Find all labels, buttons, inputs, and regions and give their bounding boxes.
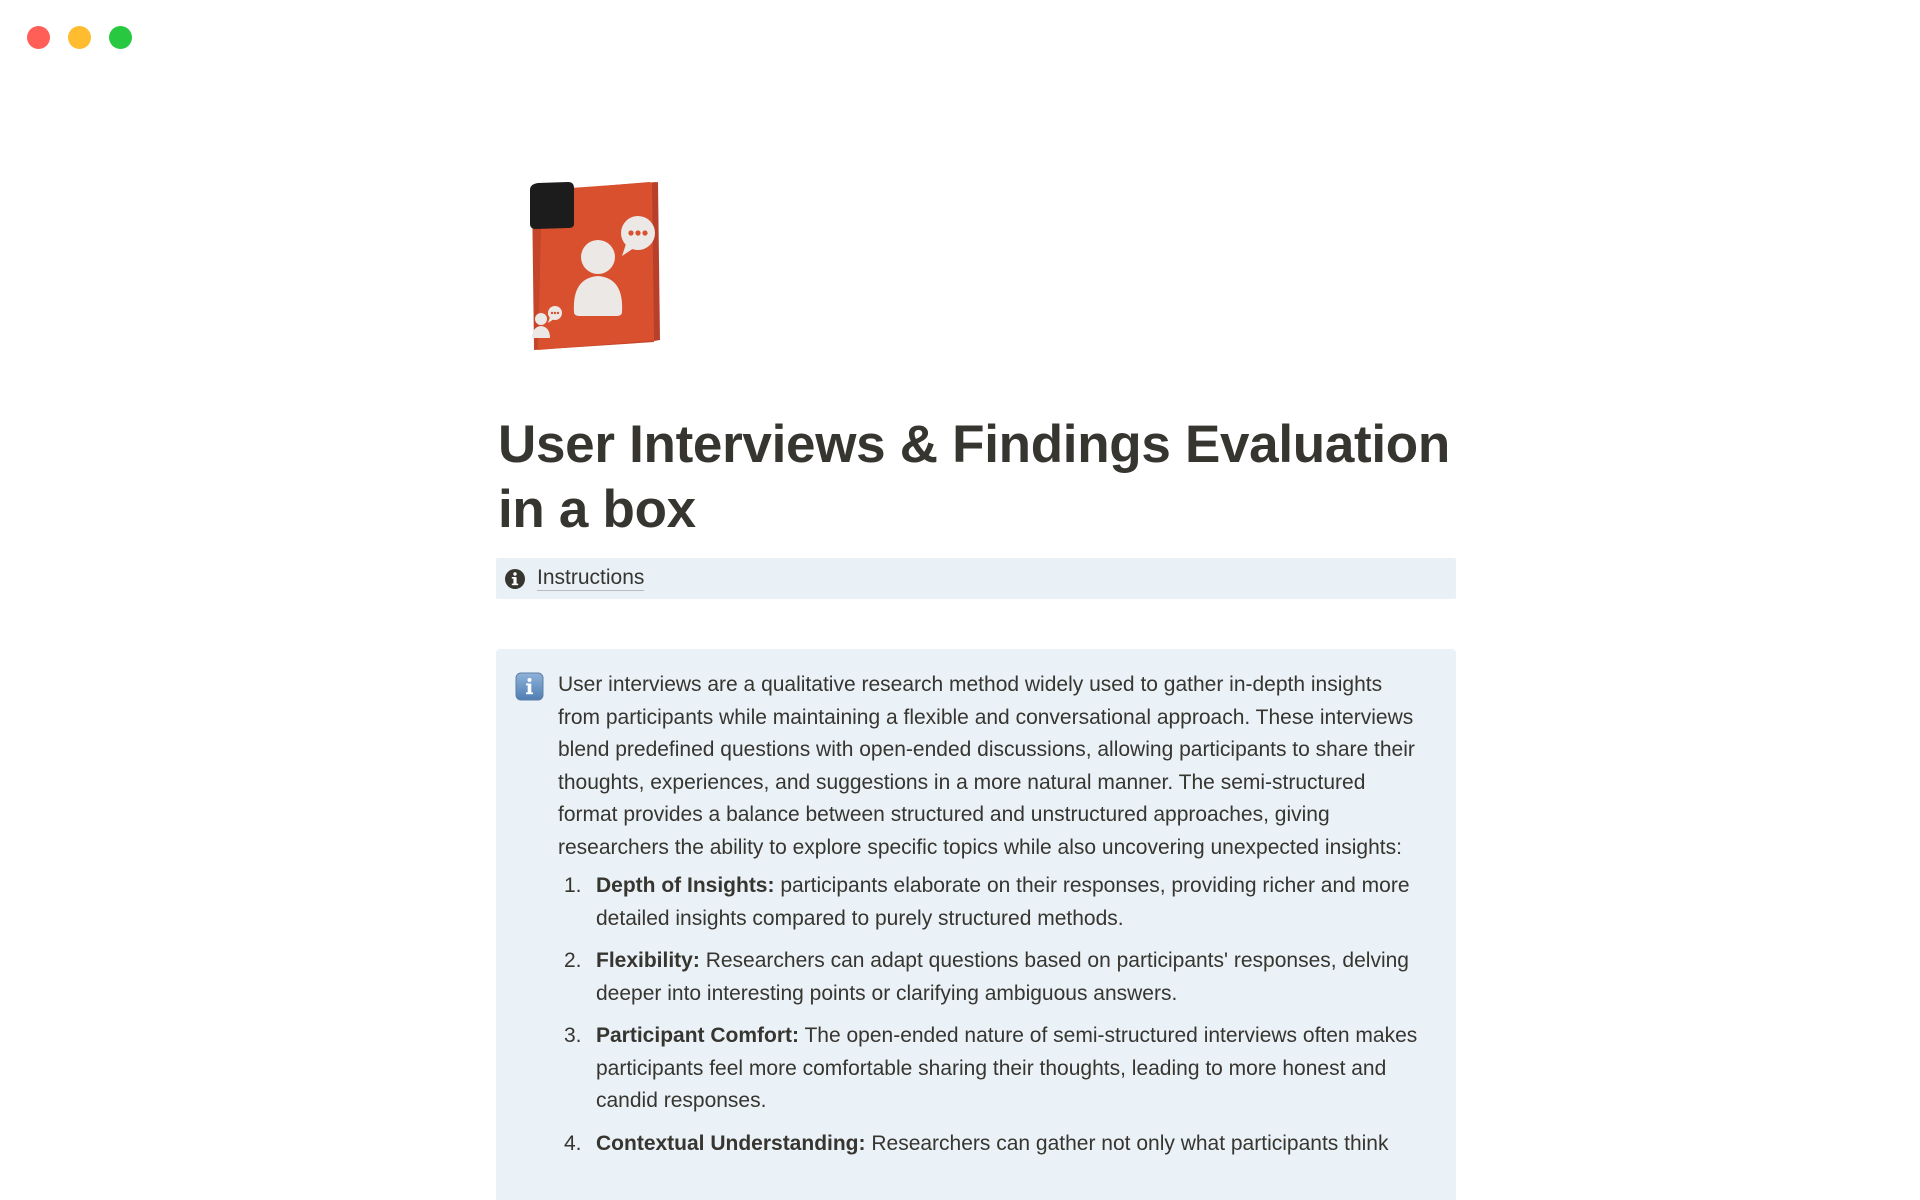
minimize-window-button[interactable] [68,26,91,49]
orange-box-with-user-speech-bubbles-icon[interactable] [524,180,664,352]
list-item-term: Contextual Understanding: [596,1131,866,1155]
info-callout: User interviews are a qualitative resear… [496,649,1456,1200]
list-item: 4. Contextual Understanding: Researchers… [558,1128,1428,1161]
list-item-term: Depth of Insights: [596,874,775,897]
callout-intro-text: User interviews are a qualitative resear… [558,673,1415,859]
list-item-term: Participant Comfort: [596,1024,800,1047]
list-item: 3. Participant Comfort: The open-ended n… [558,1020,1428,1118]
list-item-text: Researchers can gather not only what par… [865,1131,1389,1155]
close-window-button[interactable] [27,26,50,49]
maximize-window-button[interactable] [109,26,132,49]
list-item: 1. Depth of Insights: participants elabo… [558,870,1428,935]
app-window: User Interviews & Findings Evaluation in… [0,0,1920,1200]
list-item: 2. Flexibility: Researchers can adapt qu… [558,945,1428,1010]
information-square-icon [515,672,544,701]
info-circle-icon [505,568,525,589]
list-item-number: 1. [564,874,582,897]
window-controls [27,26,132,49]
list-item-number: 2. [564,949,582,972]
callout-body: User interviews are a qualitative resear… [558,669,1428,1170]
instructions-toggle[interactable]: Instructions [496,558,1456,599]
list-item-number: 3. [564,1024,582,1047]
benefits-list: 1. Depth of Insights: participants elabo… [558,870,1428,1160]
instructions-link[interactable]: Instructions [537,566,645,591]
page-title: User Interviews & Findings Evaluation in… [498,415,1450,539]
list-item-text: Researchers can adapt questions based on… [596,949,1409,1005]
list-item-term: Flexibility: [596,949,700,972]
list-item-number: 4. [564,1131,582,1155]
